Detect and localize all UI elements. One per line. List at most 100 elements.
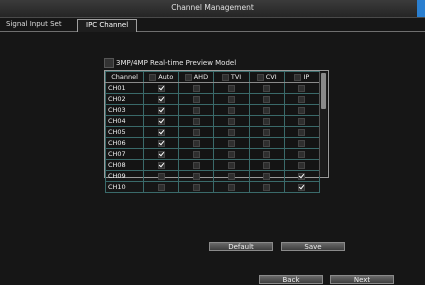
auto-checkbox[interactable] bbox=[157, 139, 165, 147]
tvi-checkbox[interactable] bbox=[228, 84, 236, 92]
channel-name: CH01 bbox=[104, 82, 145, 94]
title-bar: Channel Management bbox=[0, 0, 425, 18]
ip-checkbox[interactable] bbox=[298, 84, 306, 92]
channel-name: CH04 bbox=[104, 115, 145, 127]
tvi-checkbox[interactable] bbox=[228, 128, 236, 136]
cell-ip bbox=[283, 148, 321, 160]
tvi-checkbox[interactable] bbox=[228, 117, 236, 125]
column-header-ip[interactable]: IP bbox=[283, 71, 321, 83]
cvi-checkbox[interactable] bbox=[263, 150, 271, 158]
column-header-ahd[interactable]: AHD bbox=[178, 71, 215, 83]
tvi-checkbox[interactable] bbox=[228, 139, 236, 147]
grid-scrollbar[interactable] bbox=[319, 72, 327, 176]
ip-checkbox[interactable] bbox=[298, 183, 306, 191]
table-row: CH04 bbox=[104, 115, 321, 127]
tab-signal-input-set[interactable]: Signal Input Set bbox=[2, 19, 66, 30]
cell-auto bbox=[143, 126, 180, 138]
ahd-checkbox[interactable] bbox=[192, 106, 200, 114]
tvi-checkbox[interactable] bbox=[228, 161, 236, 169]
select-all-auto-checkbox[interactable] bbox=[149, 73, 157, 81]
ahd-checkbox[interactable] bbox=[192, 139, 200, 147]
ip-checkbox[interactable] bbox=[298, 139, 306, 147]
table-row: CH09 bbox=[104, 170, 321, 182]
save-button[interactable]: Save bbox=[281, 242, 345, 251]
column-header-cvi[interactable]: CVI bbox=[248, 71, 285, 83]
tvi-checkbox[interactable] bbox=[228, 172, 236, 180]
select-all-tvi-checkbox[interactable] bbox=[221, 73, 229, 81]
table-row: CH10 bbox=[104, 181, 321, 193]
ahd-checkbox[interactable] bbox=[192, 84, 200, 92]
tab-bar: Signal Input Set IPC Channel bbox=[0, 19, 425, 32]
channel-grid: Channel Auto AHD TVI CVI IP CH01 CH02 CH03 CH04 C… bbox=[104, 70, 329, 193]
tvi-checkbox[interactable] bbox=[228, 106, 236, 114]
ip-checkbox[interactable] bbox=[298, 117, 306, 125]
auto-checkbox[interactable] bbox=[157, 117, 165, 125]
ahd-checkbox[interactable] bbox=[192, 128, 200, 136]
cvi-checkbox[interactable] bbox=[263, 139, 271, 147]
preview-model-checkbox[interactable] bbox=[104, 57, 114, 68]
cell-auto bbox=[143, 82, 180, 94]
cvi-checkbox[interactable] bbox=[263, 161, 271, 169]
column-header-auto[interactable]: Auto bbox=[143, 71, 180, 83]
channel-table: Channel Auto AHD TVI CVI IP CH01 CH02 CH03 CH04 C… bbox=[104, 71, 321, 193]
preview-model-option[interactable]: 3MP/4MP Real-time Preview Model bbox=[104, 52, 236, 68]
auto-checkbox[interactable] bbox=[157, 161, 165, 169]
channel-name: CH08 bbox=[104, 159, 145, 171]
cell-ahd bbox=[178, 148, 215, 160]
cell-auto bbox=[143, 181, 180, 193]
column-label: Auto bbox=[158, 73, 174, 81]
column-header-tvi[interactable]: TVI bbox=[213, 71, 250, 83]
preview-model-label: 3MP/4MP Real-time Preview Model bbox=[116, 58, 237, 67]
next-button[interactable]: Next bbox=[330, 275, 394, 284]
cell-auto bbox=[143, 115, 180, 127]
cell-auto bbox=[143, 159, 180, 171]
scrollbar-thumb[interactable] bbox=[321, 73, 326, 109]
cell-cvi bbox=[248, 115, 285, 127]
column-label: TVI bbox=[230, 73, 242, 81]
ahd-checkbox[interactable] bbox=[192, 172, 200, 180]
ip-checkbox[interactable] bbox=[298, 161, 306, 169]
ahd-checkbox[interactable] bbox=[192, 117, 200, 125]
tab-ipc-channel[interactable]: IPC Channel bbox=[77, 19, 138, 32]
table-row: CH05 bbox=[104, 126, 321, 138]
auto-checkbox[interactable] bbox=[157, 95, 165, 103]
cell-auto bbox=[143, 93, 180, 105]
auto-checkbox[interactable] bbox=[157, 106, 165, 114]
cvi-checkbox[interactable] bbox=[263, 95, 271, 103]
select-all-ahd-checkbox[interactable] bbox=[184, 73, 192, 81]
cvi-checkbox[interactable] bbox=[263, 106, 271, 114]
table-row: CH06 bbox=[104, 137, 321, 149]
ip-checkbox[interactable] bbox=[298, 106, 306, 114]
auto-checkbox[interactable] bbox=[157, 150, 165, 158]
auto-checkbox[interactable] bbox=[157, 172, 165, 180]
cvi-checkbox[interactable] bbox=[263, 128, 271, 136]
table-body: CH01 CH02 CH03 CH04 CH05 CH06 CH07 CH08 CH09 CH10 bbox=[104, 82, 321, 193]
ip-checkbox[interactable] bbox=[298, 150, 306, 158]
ip-checkbox[interactable] bbox=[298, 128, 306, 136]
auto-checkbox[interactable] bbox=[157, 128, 165, 136]
ahd-checkbox[interactable] bbox=[192, 150, 200, 158]
back-button[interactable]: Back bbox=[259, 275, 323, 284]
ahd-checkbox[interactable] bbox=[192, 183, 200, 191]
ahd-checkbox[interactable] bbox=[192, 95, 200, 103]
cell-ahd bbox=[178, 115, 215, 127]
default-button[interactable]: Default bbox=[209, 242, 273, 251]
tvi-checkbox[interactable] bbox=[228, 150, 236, 158]
column-header-channel: Channel bbox=[104, 71, 145, 83]
ip-checkbox[interactable] bbox=[298, 95, 306, 103]
select-all-ip-checkbox[interactable] bbox=[294, 73, 302, 81]
select-all-cvi-checkbox[interactable] bbox=[256, 73, 264, 81]
tvi-checkbox[interactable] bbox=[228, 183, 236, 191]
cvi-checkbox[interactable] bbox=[263, 117, 271, 125]
auto-checkbox[interactable] bbox=[157, 183, 165, 191]
channel-name: CH02 bbox=[104, 93, 145, 105]
cvi-checkbox[interactable] bbox=[263, 172, 271, 180]
tvi-checkbox[interactable] bbox=[228, 95, 236, 103]
cell-ip bbox=[283, 137, 321, 149]
ip-checkbox[interactable] bbox=[298, 172, 306, 180]
cvi-checkbox[interactable] bbox=[263, 183, 271, 191]
auto-checkbox[interactable] bbox=[157, 84, 165, 92]
cell-tvi bbox=[213, 148, 250, 160]
ahd-checkbox[interactable] bbox=[192, 161, 200, 169]
cvi-checkbox[interactable] bbox=[263, 84, 271, 92]
